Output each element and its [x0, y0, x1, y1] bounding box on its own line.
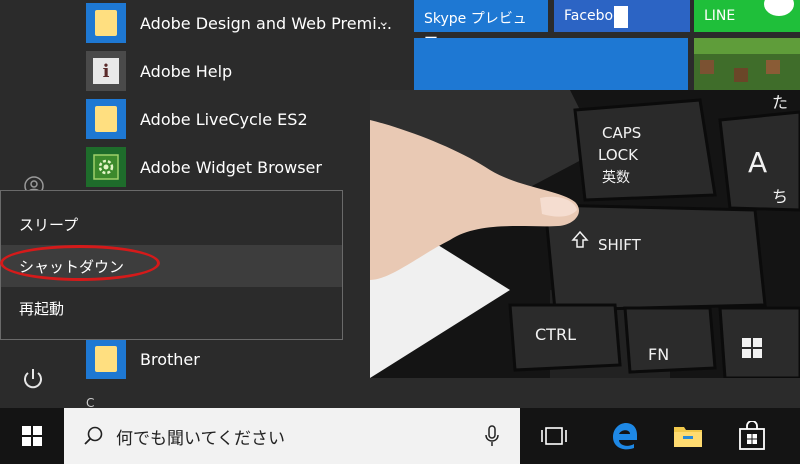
folder-icon: [86, 339, 126, 379]
info-icon: i: [86, 51, 126, 91]
eisu-label: 英数: [602, 169, 630, 186]
app-adobe-help[interactable]: i Adobe Help: [86, 51, 402, 91]
fn-label: FN: [648, 345, 669, 364]
ctrl-label: CTRL: [535, 325, 576, 344]
task-view-button[interactable]: [522, 408, 586, 464]
gear-icon: [86, 147, 126, 187]
taskbar: 何でも聞いてください: [0, 408, 800, 464]
app-label: Adobe Design and Web Premi...: [140, 13, 392, 33]
search-placeholder: 何でも聞いてください: [116, 428, 285, 449]
a-label: A: [748, 146, 767, 179]
app-adobe-design-web-premium[interactable]: Adobe Design and Web Premi... ⌄: [86, 3, 402, 43]
tile-facebook[interactable]: Faceboo: [554, 0, 690, 32]
app-label: Brother: [140, 349, 200, 369]
folder-icon: [86, 3, 126, 43]
app-label: Adobe Widget Browser: [140, 157, 322, 177]
start-menu: Adobe Design and Web Premi... ⌄ i Adobe …: [0, 0, 800, 410]
app-adobe-livecycle-es2[interactable]: Adobe LiveCycle ES2: [86, 99, 402, 139]
search-icon: [84, 426, 103, 445]
keyboard-photo: CAPS LOCK 英数 A ち た SHIFT CTRL FN: [370, 90, 800, 378]
power-menu: スリープ シャットダウン 再起動: [0, 190, 343, 340]
shift-key: SHIFT: [543, 203, 767, 312]
file-explorer-icon: [674, 427, 702, 447]
chevron-down-icon[interactable]: ⌄: [377, 12, 390, 30]
power-menu-item-restart[interactable]: 再起動: [1, 287, 342, 329]
edge-icon: [613, 423, 637, 450]
tile-line[interactable]: LINE: [694, 0, 800, 32]
task-view-icon: [541, 427, 567, 445]
app-label: Adobe LiveCycle ES2: [140, 109, 308, 129]
power-menu-item-sleep[interactable]: スリープ: [1, 203, 342, 245]
app-label: Adobe Help: [140, 61, 233, 81]
caps-label: CAPS: [602, 124, 641, 142]
app-brother[interactable]: Brother: [86, 339, 402, 379]
start-button[interactable]: [0, 408, 64, 464]
file-explorer-button[interactable]: [656, 408, 720, 464]
caps-lock-key: CAPS LOCK 英数: [573, 98, 717, 202]
keyboard-illustration: CAPS LOCK 英数 A ち た SHIFT CTRL FN: [370, 90, 800, 378]
lock-label: LOCK: [598, 146, 639, 164]
fn-key: FN: [623, 306, 717, 374]
tile-blue-large[interactable]: [414, 38, 688, 92]
app-adobe-widget-browser[interactable]: Adobe Widget Browser: [86, 147, 402, 187]
windows-key: [718, 306, 800, 378]
store-icon: [739, 421, 765, 450]
power-icon[interactable]: [20, 366, 46, 392]
tile-skype[interactable]: Skype プレビュー: [414, 0, 548, 47]
tile-minecraft[interactable]: [694, 38, 800, 92]
store-button[interactable]: [720, 408, 784, 464]
tile-line-label: LINE: [704, 8, 736, 24]
search-box[interactable]: 何でも聞いてください: [64, 408, 520, 464]
line-logo-icon: [764, 0, 794, 16]
folder-icon: [86, 99, 126, 139]
a-kana-label: ち: [772, 187, 788, 206]
shift-label: SHIFT: [598, 236, 642, 254]
windows-logo-icon: [22, 426, 42, 446]
microphone-icon[interactable]: [484, 424, 500, 448]
highlight-ring: [0, 245, 160, 281]
edge-button[interactable]: [592, 408, 656, 464]
q-kana-label: た: [772, 93, 788, 112]
ctrl-key: CTRL: [508, 303, 622, 372]
